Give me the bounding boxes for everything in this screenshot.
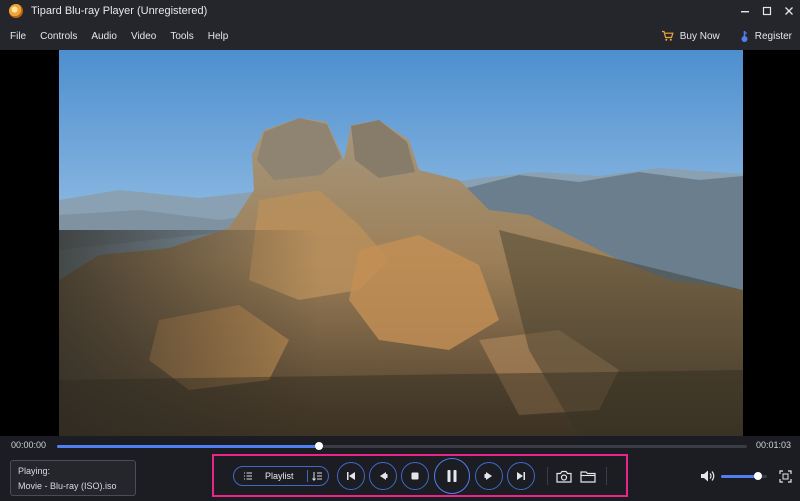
window-title: Tipard Blu-ray Player (Unregistered) [31, 5, 208, 17]
menu-video[interactable]: Video [131, 31, 156, 42]
close-button[interactable] [778, 0, 800, 22]
fullscreen-button[interactable] [777, 468, 793, 484]
video-scene-image [59, 50, 743, 436]
seek-bar-progress [57, 445, 320, 448]
volume-slider[interactable] [721, 472, 767, 480]
now-playing-label: Playing: [18, 466, 51, 476]
playback-controls-highlight: Playlist [212, 454, 628, 497]
snapshot-button[interactable] [554, 466, 574, 486]
playlist-button[interactable]: Playlist [233, 466, 329, 486]
maximize-button[interactable] [756, 0, 778, 22]
window-controls [734, 0, 800, 22]
stop-button[interactable] [401, 462, 429, 490]
minimize-icon [741, 11, 749, 13]
volume-level [721, 475, 758, 478]
seek-bar-handle[interactable] [315, 442, 324, 450]
menu-help[interactable]: Help [208, 31, 229, 42]
menu-right-group: Buy Now Register [661, 22, 792, 50]
next-button[interactable] [507, 462, 535, 490]
stop-icon [411, 472, 419, 480]
seek-bar[interactable] [57, 442, 747, 450]
rewind-icon [380, 472, 388, 480]
now-playing-box: Playing: Movie - Blu-ray (ISO).iso [10, 460, 136, 496]
menu-file[interactable]: File [10, 31, 26, 42]
previous-button[interactable] [337, 462, 365, 490]
elapsed-time: 00:00:00 [11, 440, 47, 450]
speaker-icon [701, 470, 715, 482]
video-display[interactable] [0, 50, 800, 436]
folder-icon [580, 470, 596, 483]
volume-handle[interactable] [753, 472, 762, 480]
skip-next-icon [517, 472, 525, 480]
seek-row: 00:00:00 00:01:03 [0, 436, 800, 456]
rewind-button[interactable] [369, 462, 397, 490]
open-file-button[interactable] [578, 466, 598, 486]
list-icon [244, 472, 252, 480]
minimize-button[interactable] [734, 0, 756, 22]
sort-list-icon[interactable] [312, 471, 323, 482]
fullscreen-icon [778, 469, 792, 483]
forward-button[interactable] [475, 462, 503, 490]
close-icon [785, 7, 793, 15]
play-pause-button[interactable] [434, 458, 470, 494]
register-link[interactable]: Register [755, 31, 792, 42]
controls-divider [547, 467, 548, 485]
menu-bar: File Controls Audio Video Tools Help Buy… [0, 22, 800, 50]
maximize-icon [762, 6, 772, 16]
pause-icon [447, 470, 457, 482]
cart-icon [661, 30, 674, 41]
menu-controls[interactable]: Controls [40, 31, 77, 42]
menu-tools[interactable]: Tools [170, 31, 193, 42]
controls-divider-end [606, 467, 607, 485]
now-playing-title: Movie - Blu-ray (ISO).iso [18, 481, 117, 491]
playlist-label: Playlist [265, 471, 294, 481]
volume-area [697, 466, 797, 486]
camera-icon [556, 470, 572, 483]
video-frame [59, 50, 743, 436]
total-time: 00:01:03 [755, 440, 791, 450]
mute-button[interactable] [699, 468, 717, 484]
buy-now-link[interactable]: Buy Now [680, 31, 720, 42]
title-bar: Tipard Blu-ray Player (Unregistered) [0, 0, 800, 22]
app-logo-icon [9, 4, 23, 18]
playlist-divider [307, 470, 308, 482]
key-icon [741, 30, 748, 42]
bottom-control-bar: Playing: Movie - Blu-ray (ISO).iso Playl… [0, 454, 800, 501]
menu-audio[interactable]: Audio [91, 31, 117, 42]
skip-previous-icon [347, 472, 355, 480]
fast-forward-icon [484, 472, 492, 480]
